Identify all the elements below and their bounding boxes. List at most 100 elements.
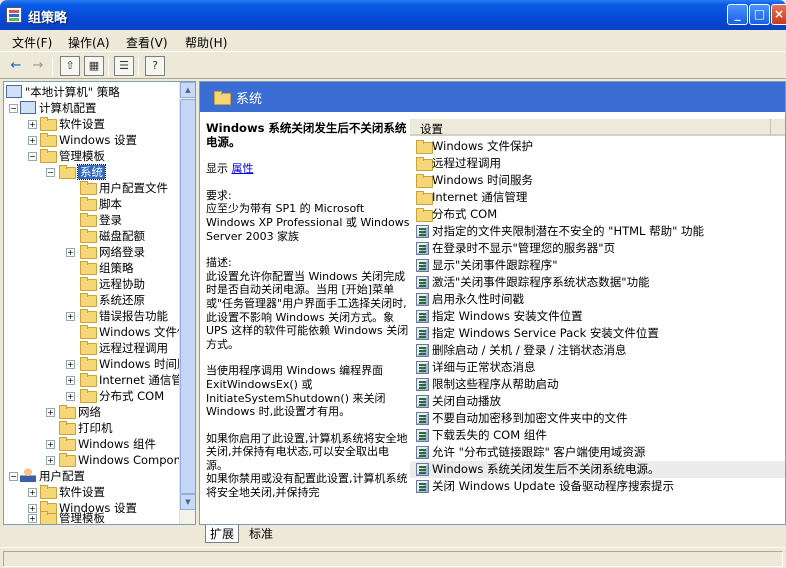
menu-file[interactable]: 文件(F)	[12, 34, 52, 51]
expand-icon[interactable]: +	[66, 312, 75, 321]
list-item-label: 指定 Windows Service Pack 安装文件位置	[432, 326, 659, 340]
list-item-setting[interactable]: 关闭 Windows Update 设备驱动程序搜索提示	[410, 478, 785, 495]
menu-bar: 文件(F) 操作(A) 查看(V) 帮助(H)	[0, 30, 786, 52]
list-item-folder[interactable]: Windows 文件保护	[410, 138, 785, 155]
tree-item-network[interactable]: 网络	[59, 404, 101, 420]
list-item-folder[interactable]: Internet 通信管理	[410, 189, 785, 206]
menu-view[interactable]: 查看(V)	[126, 34, 168, 51]
expand-icon[interactable]: +	[66, 360, 75, 369]
tree-item-user-admin[interactable]: 管理模板	[40, 510, 105, 524]
tree-item-computer-config[interactable]: 计算机配置	[20, 100, 97, 116]
show-label: 显示	[206, 162, 228, 176]
minimize-button[interactable]: _	[727, 4, 748, 25]
list-item-setting[interactable]: 显示"关闭事件跟踪程序"	[410, 257, 785, 274]
collapse-icon[interactable]: −	[9, 472, 18, 481]
menu-action[interactable]: 操作(A)	[68, 34, 110, 51]
tree-item-disk-quotas[interactable]: 磁盘配额	[80, 228, 145, 244]
back-arrow-icon[interactable]: ←	[6, 56, 26, 76]
tree-item-windows-settings[interactable]: Windows 设置	[40, 132, 137, 148]
tree-item-scripts[interactable]: 脚本	[80, 196, 122, 212]
list-item-folder[interactable]: 远程过程调用	[410, 155, 785, 172]
forward-arrow-icon[interactable]: →	[28, 56, 48, 76]
console-tree[interactable]: "本地计算机" 策略 − 计算机配置 + 软件设置 + Windows 设置 −…	[3, 81, 196, 525]
tree-item-rpc[interactable]: 远程过程调用	[80, 340, 168, 356]
tree-item-admin-templates[interactable]: 管理模板	[40, 148, 105, 164]
properties-link[interactable]: 属性	[232, 162, 254, 175]
column-divider[interactable]	[770, 119, 771, 136]
policy-setting-icon	[416, 446, 429, 459]
collapse-icon[interactable]: −	[28, 152, 37, 161]
list-item-setting[interactable]: Windows 系统关闭发生后不关闭系统电源。	[410, 461, 785, 478]
expand-icon[interactable]: +	[46, 456, 55, 465]
help-icon[interactable]: ?	[145, 56, 165, 76]
tree-item-error-reporting[interactable]: 错误报告功能	[80, 308, 168, 324]
tree-item-printers[interactable]: 打印机	[59, 420, 113, 436]
list-item-setting[interactable]: 限制这些程序从帮助启动	[410, 376, 785, 393]
tree-item-net-logon[interactable]: 网络登录	[80, 244, 145, 260]
expand-icon[interactable]: +	[46, 440, 55, 449]
expand-icon[interactable]: +	[28, 514, 37, 523]
folder-icon	[80, 309, 97, 323]
list-item-setting[interactable]: 详细与正常状态消息	[410, 359, 785, 376]
tree-item-local-policy[interactable]: "本地计算机" 策略	[6, 84, 120, 100]
collapse-icon[interactable]: −	[46, 168, 55, 177]
close-button[interactable]: ×	[771, 4, 786, 25]
show-hide-tree-icon[interactable]: ▦	[84, 56, 104, 76]
list-item-label: 指定 Windows 安装文件位置	[432, 309, 583, 323]
scroll-thumb[interactable]	[180, 99, 195, 494]
tree-item-label: 远程协助	[99, 277, 145, 291]
expand-icon[interactable]: +	[46, 408, 55, 417]
list-item-setting[interactable]: 激活"关闭事件跟踪程序系统状态数据"功能	[410, 274, 785, 291]
expand-icon[interactable]: +	[28, 120, 37, 129]
list-item-setting[interactable]: 关闭自动播放	[410, 393, 785, 410]
window-title: 组策略	[28, 11, 68, 26]
list-item-setting[interactable]: 在登录时不显示"管理您的服务器"页	[410, 240, 785, 257]
menu-help[interactable]: 帮助(H)	[185, 34, 227, 51]
tree-item-user-software[interactable]: 软件设置	[40, 484, 105, 500]
export-list-icon[interactable]: ☰	[114, 56, 134, 76]
list-item-setting[interactable]: 对指定的文件夹限制潜在不安全的 "HTML 帮助" 功能	[410, 223, 785, 240]
list-item-setting[interactable]: 允许 "分布式链接跟踪" 客户端使用域资源	[410, 444, 785, 461]
expand-icon[interactable]: +	[66, 392, 75, 401]
tree-item-software-settings[interactable]: 软件设置	[40, 116, 105, 132]
tree-item-remote-assistance[interactable]: 远程协助	[80, 276, 145, 292]
expand-icon[interactable]: +	[66, 248, 75, 257]
list-item-setting[interactable]: 指定 Windows Service Pack 安装文件位置	[410, 325, 785, 342]
settings-list[interactable]: 设置 Windows 文件保护 远程过程调用 Windows 时间服务 Interne…	[410, 119, 785, 524]
tab-standard[interactable]: 标准	[245, 525, 277, 543]
folder-icon	[40, 117, 57, 131]
tree-item-windows-components[interactable]: Windows 组件	[59, 436, 156, 452]
scroll-up-icon[interactable]: ▲	[180, 82, 195, 98]
expand-icon[interactable]: +	[28, 136, 37, 145]
status-cell	[3, 551, 783, 567]
list-item-folder[interactable]: Windows 时间服务	[410, 172, 785, 189]
list-item-setting[interactable]: 启用永久性时间戳	[410, 291, 785, 308]
expand-icon[interactable]: +	[66, 376, 75, 385]
tree-item-group-policy[interactable]: 组策略	[80, 260, 134, 276]
tree-item-system-restore[interactable]: 系统还原	[80, 292, 145, 308]
list-item-setting[interactable]: 下载丢失的 COM 组件	[410, 427, 785, 444]
folder-icon	[416, 140, 433, 154]
maximize-button[interactable]: □	[749, 4, 770, 25]
column-header-setting[interactable]: 设置	[410, 119, 785, 136]
tree-item-internet-comm[interactable]: Internet 通信管理	[80, 372, 194, 388]
expand-icon[interactable]: +	[28, 504, 37, 513]
tree-item-user-config[interactable]: 用户配置	[20, 468, 85, 484]
expand-icon[interactable]: +	[28, 488, 37, 497]
folder-icon	[80, 325, 97, 339]
collapse-icon[interactable]: −	[9, 104, 18, 113]
up-level-icon[interactable]: ⇧	[60, 56, 80, 76]
tree-vertical-scrollbar[interactable]: ▲ ▼	[179, 82, 195, 524]
scroll-down-icon[interactable]: ▼	[180, 494, 195, 510]
tab-extended[interactable]: 扩展	[205, 525, 240, 543]
tree-item-system[interactable]: 系统	[59, 164, 106, 180]
tree-item-user-profiles[interactable]: 用户配置文件	[80, 180, 168, 196]
list-item-folder[interactable]: 分布式 COM	[410, 206, 785, 223]
list-item-setting[interactable]: 不要自动加密移到加密文件夹中的文件	[410, 410, 785, 427]
list-item-setting[interactable]: 删除启动 / 关机 / 登录 / 注销状态消息	[410, 342, 785, 359]
tree-item-logon[interactable]: 登录	[80, 212, 122, 228]
tree-item-windows-components-en[interactable]: Windows Components	[59, 452, 195, 468]
list-item-setting[interactable]: 指定 Windows 安装文件位置	[410, 308, 785, 325]
tree-item-dcom[interactable]: 分布式 COM	[80, 388, 164, 404]
policy-setting-icon	[416, 327, 429, 340]
